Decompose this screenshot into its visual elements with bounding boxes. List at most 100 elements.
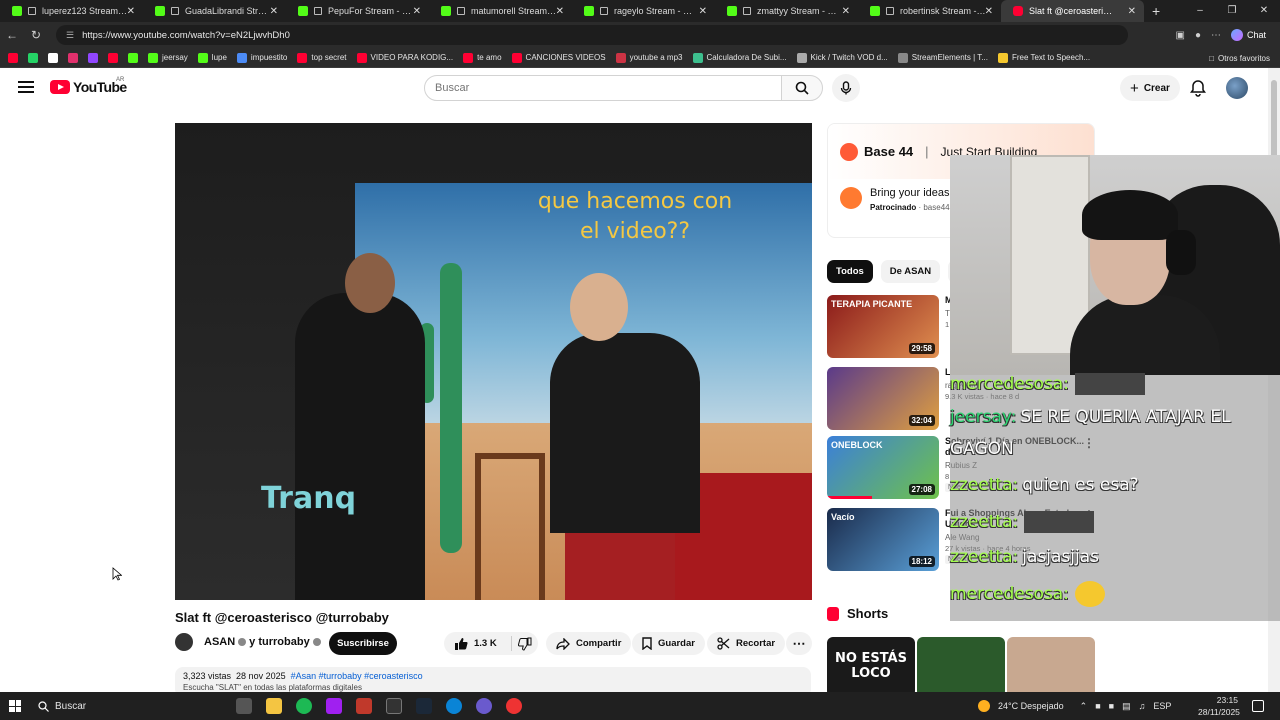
weather-text[interactable]: 24°C Despejado	[998, 701, 1064, 711]
subscribe-button[interactable]: Suscribirse	[329, 632, 397, 655]
video-thumbnail[interactable]: 32:04	[827, 367, 939, 430]
bookmark-item[interactable]	[28, 52, 38, 63]
browser-tab[interactable]: zmattyy Stream - Watc ✕	[715, 0, 858, 22]
notifications-bell-icon[interactable]	[1188, 78, 1208, 98]
maximize-icon[interactable]: ❐	[1216, 0, 1248, 22]
task-view-icon[interactable]	[236, 698, 252, 714]
reload-icon[interactable]: ↻	[24, 28, 48, 42]
app-icon[interactable]	[506, 698, 522, 714]
video-player[interactable]: que hacemos con el video?? Tranq	[175, 123, 812, 600]
browser-tab[interactable]: GuadaLibrandi Stream ✕	[143, 0, 286, 22]
search-input[interactable]	[424, 75, 782, 101]
bookmark-item[interactable]: CANCIONES VIDEOS	[511, 52, 606, 63]
spotify-icon[interactable]	[296, 698, 312, 714]
bookmark-item[interactable]	[108, 52, 118, 63]
tray-chevron-icon[interactable]: ⌃	[1080, 701, 1088, 712]
volume-icon[interactable]: ♫	[1139, 701, 1146, 711]
speaker-muted-icon[interactable]	[171, 7, 179, 15]
close-icon[interactable]: ✕	[699, 6, 707, 17]
profile-icon[interactable]: ●	[1195, 30, 1201, 41]
file-explorer-icon[interactable]	[266, 698, 282, 714]
more-actions-button[interactable]: ⋯	[786, 632, 812, 655]
app-icon[interactable]	[386, 698, 402, 714]
speaker-muted-icon[interactable]	[886, 7, 894, 15]
extensions-icon[interactable]: ▣	[1175, 30, 1184, 41]
channel-name[interactable]: ASAN y turrobaby	[204, 636, 321, 648]
like-icon[interactable]	[454, 637, 468, 651]
short-thumbnail[interactable]	[917, 637, 1005, 697]
short-thumbnail[interactable]	[1007, 637, 1095, 697]
browser-tab[interactable]: luperez123 Stream - W ✕	[0, 0, 143, 22]
copilot-chat-button[interactable]: Chat	[1230, 29, 1266, 41]
close-icon[interactable]: ✕	[842, 6, 850, 17]
bookmark-item[interactable]: Calculadora De Subi...	[692, 52, 787, 63]
bookmark-item[interactable]: jeersay	[148, 52, 188, 63]
close-icon[interactable]: ✕	[413, 6, 421, 17]
bookmark-item[interactable]: top secret	[297, 52, 347, 63]
app-icon[interactable]	[326, 698, 342, 714]
hashtags[interactable]: #Asan #turrobaby #ceroasterisco	[291, 671, 423, 681]
close-icon[interactable]: ✕	[127, 6, 135, 17]
like-count[interactable]: 1.3 K	[474, 638, 497, 649]
new-tab-plus-icon[interactable]: +	[1152, 3, 1160, 19]
browser-tab[interactable]: PepuFor Stream - Watc ✕	[286, 0, 429, 22]
bookmark-item[interactable]: lupe	[197, 52, 227, 63]
dislike-icon[interactable]	[517, 637, 532, 651]
site-info-icon[interactable]: ☰	[66, 30, 74, 41]
bookmark-item[interactable]	[88, 52, 98, 63]
tray-app-icon[interactable]: ■	[1095, 701, 1100, 711]
bookmark-item[interactable]: impuestito	[236, 52, 287, 63]
save-button[interactable]: Guardar	[632, 632, 705, 655]
bookmark-item[interactable]: Free Text to Speech...	[997, 52, 1090, 63]
menu-icon[interactable]: ⋯	[1211, 30, 1221, 41]
browser-tab[interactable]: matumorell Stream - W ✕	[429, 0, 572, 22]
speaker-muted-icon[interactable]	[743, 7, 751, 15]
taskbar-search[interactable]: Buscar	[38, 692, 86, 720]
tray-app-icon[interactable]: ■	[1109, 701, 1114, 711]
close-icon[interactable]: ✕	[556, 6, 564, 17]
close-icon[interactable]: ✕	[270, 6, 278, 17]
video-thumbnail[interactable]: Vacío 18:12	[827, 508, 939, 571]
url-field[interactable]: ☰ https://www.youtube.com/watch?v=eN2Ljw…	[56, 25, 1128, 45]
filter-chip[interactable]: Todos	[827, 260, 873, 283]
windows-start-icon[interactable]	[9, 700, 21, 712]
channel-avatar[interactable]	[175, 633, 193, 651]
browser-tab[interactable]: robertinsk Stream - W ✕	[858, 0, 1001, 22]
app-icon[interactable]	[356, 698, 372, 714]
speaker-muted-icon[interactable]	[28, 7, 36, 15]
filter-chip[interactable]: De ASAN	[880, 260, 941, 283]
video-thumbnail[interactable]: ONEBLOCK 27:08	[827, 436, 939, 499]
search-button[interactable]	[781, 75, 823, 101]
close-icon[interactable]: ✕	[1248, 0, 1280, 22]
bookmark-item[interactable]	[48, 52, 58, 63]
network-icon[interactable]: ▤	[1122, 701, 1131, 712]
other-bookmarks[interactable]: □ Otros favoritos	[1209, 48, 1270, 68]
browser-tab[interactable]: Slat ft @ceroasterisco ✕	[1001, 0, 1144, 22]
close-icon[interactable]: ✕	[1128, 6, 1136, 17]
speaker-muted-icon[interactable]	[600, 7, 608, 15]
clock[interactable]: 23:15 28/11/2025	[1198, 694, 1240, 718]
voice-search-button[interactable]	[832, 74, 860, 102]
video-thumbnail[interactable]: TERAPIA PICANTE 29:58	[827, 295, 939, 358]
app-icon[interactable]	[476, 698, 492, 714]
back-icon[interactable]: ←	[0, 28, 24, 42]
browser-tab[interactable]: rageylo Stream - Watc ✕	[572, 0, 715, 22]
steam-icon[interactable]	[416, 698, 432, 714]
language-indicator[interactable]: ESP	[1153, 701, 1171, 711]
menu-hamburger-icon[interactable]	[18, 81, 34, 93]
create-button[interactable]: + Crear	[1120, 75, 1180, 101]
bookmark-item[interactable]	[68, 52, 78, 63]
clip-button[interactable]: Recortar	[707, 632, 786, 655]
bookmark-item[interactable]: youtube a mp3	[615, 52, 683, 63]
close-icon[interactable]: ✕	[985, 6, 993, 17]
bookmark-item[interactable]: Kick / Twitch VOD d...	[796, 52, 888, 63]
minimize-icon[interactable]: –	[1184, 0, 1216, 22]
bookmark-item[interactable]	[8, 52, 18, 63]
edge-browser-icon[interactable]	[446, 698, 462, 714]
speaker-muted-icon[interactable]	[457, 7, 465, 15]
speaker-muted-icon[interactable]	[314, 7, 322, 15]
short-thumbnail[interactable]: NO ESTÁS LOCO	[827, 637, 915, 697]
bookmark-item[interactable]: StreamElements | T...	[897, 52, 988, 63]
notifications-icon[interactable]	[1252, 700, 1264, 712]
bookmark-item[interactable]: te amo	[463, 52, 502, 63]
